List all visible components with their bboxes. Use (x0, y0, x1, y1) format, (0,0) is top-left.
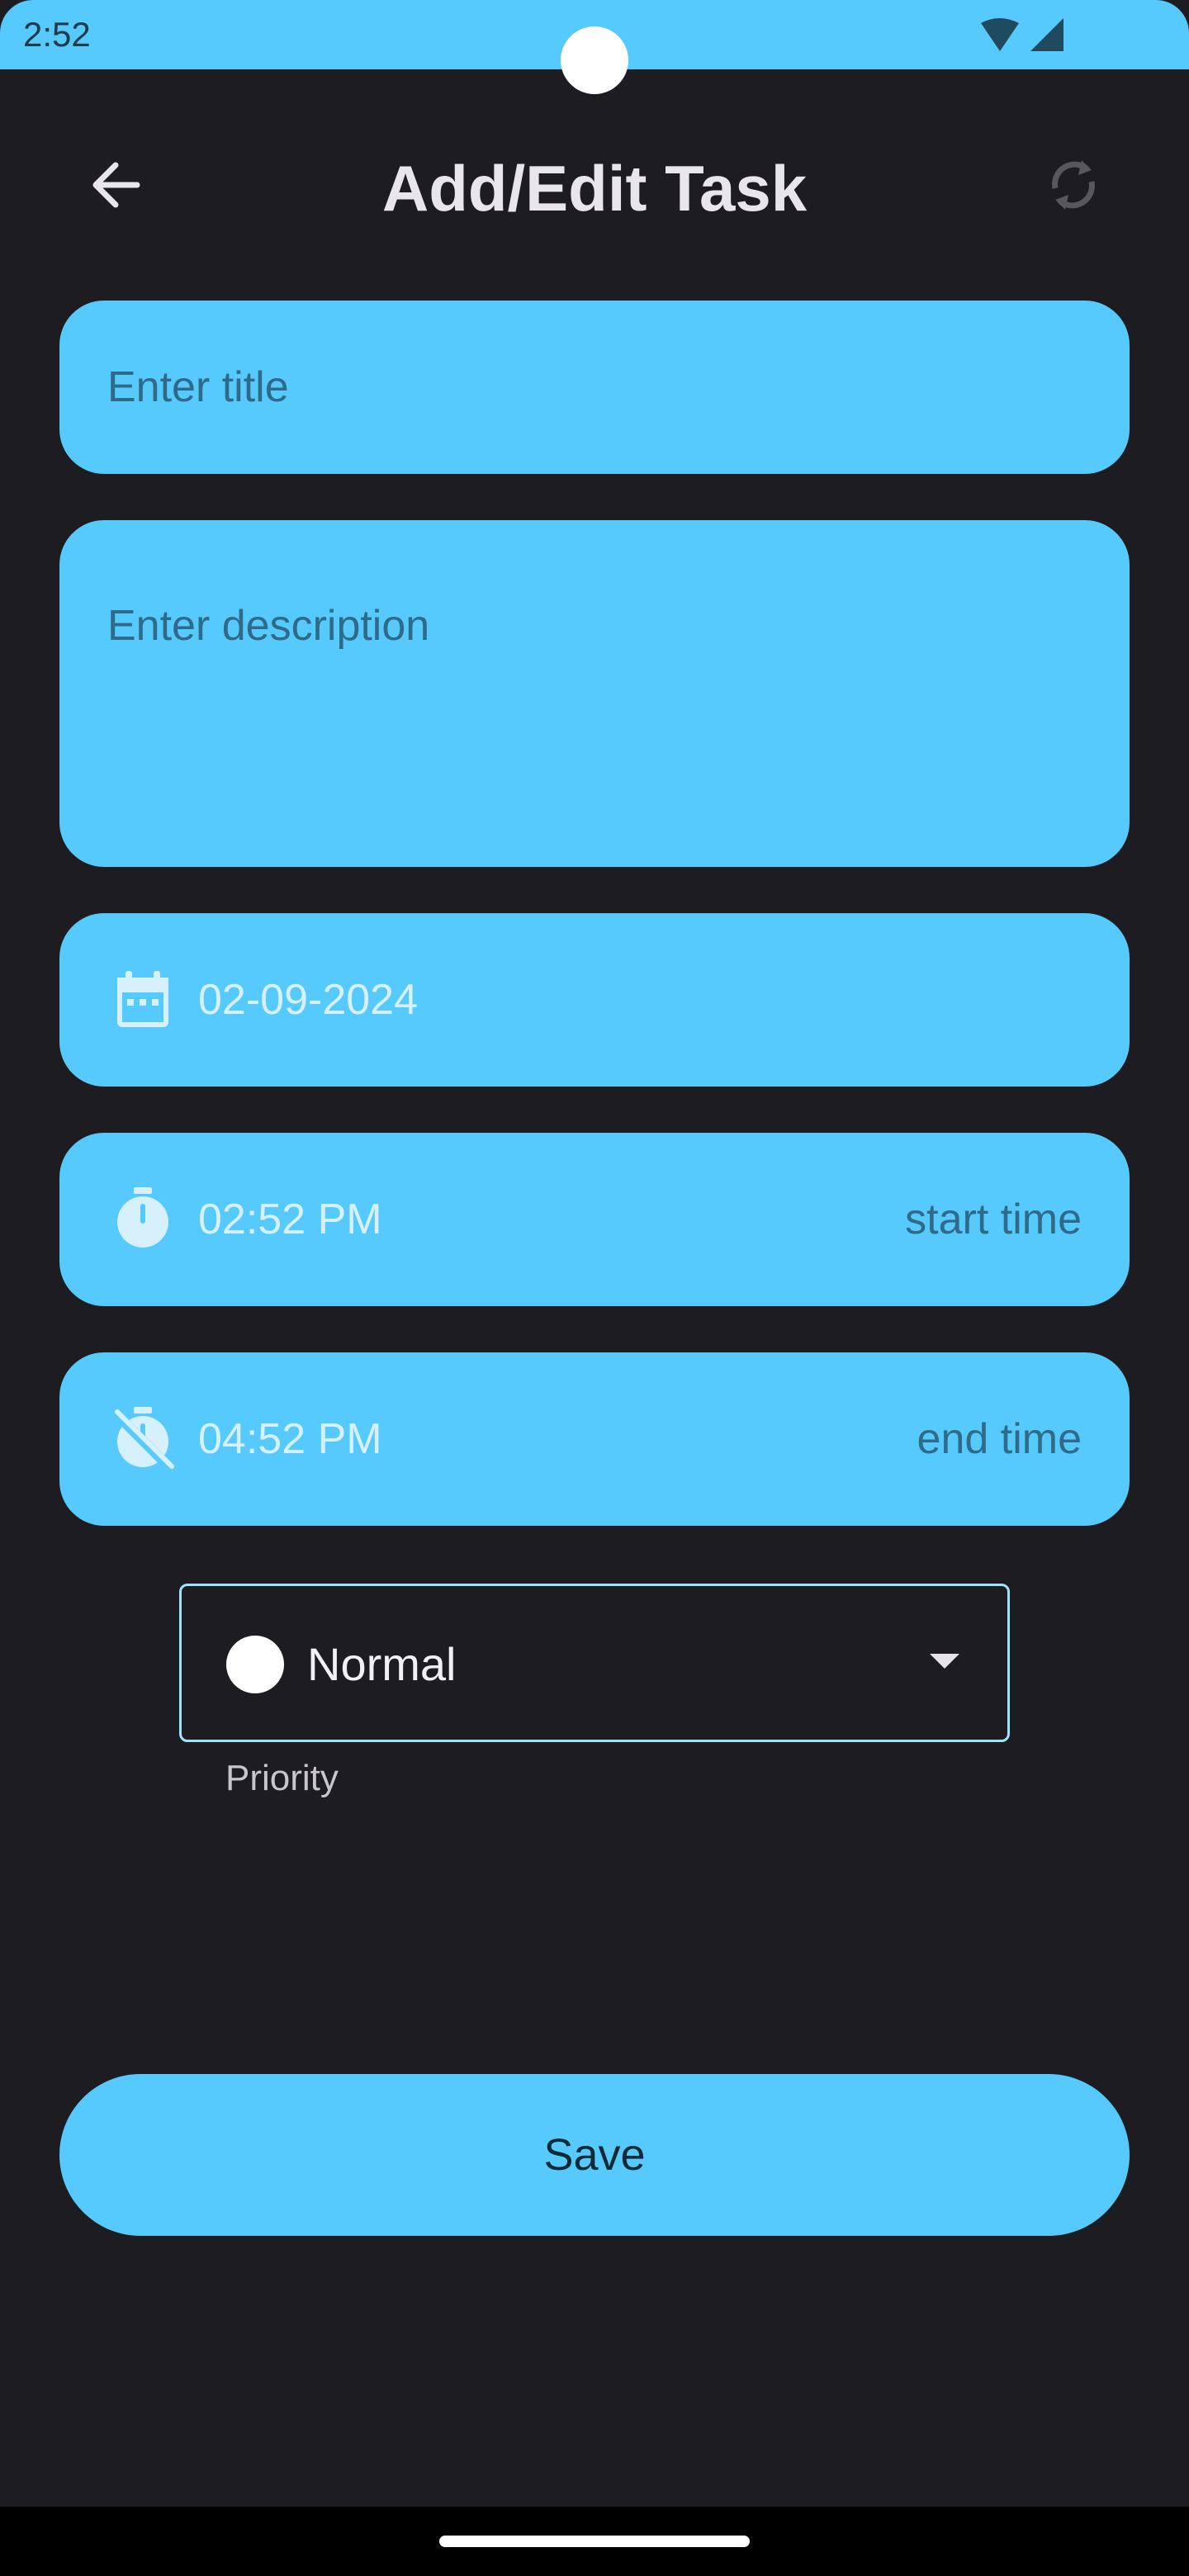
save-button[interactable]: Save (59, 2074, 1130, 2236)
priority-color-dot (226, 1636, 284, 1693)
title-placeholder: Enter title (107, 363, 289, 411)
signal-icon (1030, 18, 1063, 51)
refresh-icon (1052, 160, 1095, 210)
timer-off-icon (111, 1407, 174, 1470)
priority-label: Priority (225, 1758, 339, 1798)
description-field[interactable]: Enter description (59, 520, 1130, 867)
priority-dropdown[interactable]: Normal (179, 1584, 1010, 1742)
refresh-button[interactable] (1040, 152, 1106, 218)
app-header: Add/Edit Task (0, 69, 1189, 301)
start-time-hint: start time (905, 1196, 1082, 1243)
timer-icon (117, 1187, 168, 1248)
wifi-icon (981, 18, 1019, 51)
chevron-down-icon (930, 1654, 959, 1669)
date-value: 02-09-2024 (198, 976, 418, 1024)
calendar-icon (117, 971, 168, 1027)
home-indicator[interactable] (439, 2536, 750, 2547)
status-time: 2:52 (23, 15, 91, 54)
start-time-field[interactable]: 02:52 PM start time (59, 1133, 1130, 1306)
end-time-field[interactable]: 04:52 PM end time (59, 1352, 1130, 1526)
description-placeholder: Enter description (107, 602, 430, 650)
end-time-value: 04:52 PM (198, 1415, 382, 1463)
start-time-value: 02:52 PM (198, 1196, 382, 1243)
page-title: Add/Edit Task (381, 152, 808, 225)
title-field[interactable]: Enter title (59, 301, 1130, 474)
date-field[interactable]: 02-09-2024 (59, 913, 1130, 1087)
status-icons (981, 18, 1063, 51)
priority-value: Normal (307, 1638, 457, 1690)
end-time-hint: end time (917, 1415, 1082, 1463)
